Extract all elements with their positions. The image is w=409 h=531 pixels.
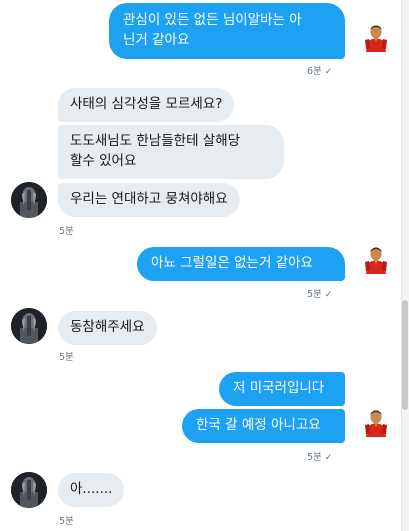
message-timestamp: 5분 — [59, 516, 74, 527]
read-check-icon: ✓ — [324, 67, 333, 77]
sent-message[interactable]: 아뇨 그럴일은 없는거 같아요 — [137, 247, 345, 281]
scrollbar-thumb[interactable] — [402, 300, 408, 410]
received-message[interactable]: 사태의 심각성을 모르세요? — [58, 88, 235, 122]
received-message[interactable]: 동참해주세요 — [58, 311, 157, 345]
message-timestamp: 5분 ✓ — [307, 452, 333, 463]
message-timestamp: 5분 — [59, 226, 74, 237]
contact-avatar-icon[interactable] — [11, 182, 47, 218]
message-timestamp: 5분 — [59, 352, 74, 363]
received-message[interactable]: 아....... — [58, 473, 125, 507]
message-thread: 관심이 있든 없든 님이알바는 아 닌거 같아요 6분 ✓ 사태의 심각성을 모르… — [0, 0, 401, 531]
message-timestamp: 5분 ✓ — [307, 289, 333, 300]
sent-message[interactable]: 저 미국러입니다 — [219, 372, 345, 406]
read-check-icon: ✓ — [324, 290, 333, 300]
sent-message[interactable]: 관심이 있든 없든 님이알바는 아 닌거 같아요 — [109, 3, 345, 59]
message-timestamp: 6분 ✓ — [307, 66, 333, 77]
user-avatar-icon[interactable] — [361, 244, 391, 274]
contact-avatar-icon[interactable] — [11, 472, 47, 508]
received-message[interactable]: 도도새님도 한남들한테 살해당 할수 있어요 — [58, 125, 284, 179]
user-avatar-icon[interactable] — [361, 407, 391, 437]
read-check-icon: ✓ — [324, 453, 333, 463]
user-avatar-icon[interactable] — [361, 22, 391, 52]
scrollbar[interactable] — [401, 0, 409, 531]
received-message[interactable]: 우리는 연대하고 뭉쳐야해요 — [58, 183, 240, 217]
sent-message[interactable]: 한국 갈 예정 아니고요 — [182, 409, 345, 443]
contact-avatar-icon[interactable] — [11, 308, 47, 344]
